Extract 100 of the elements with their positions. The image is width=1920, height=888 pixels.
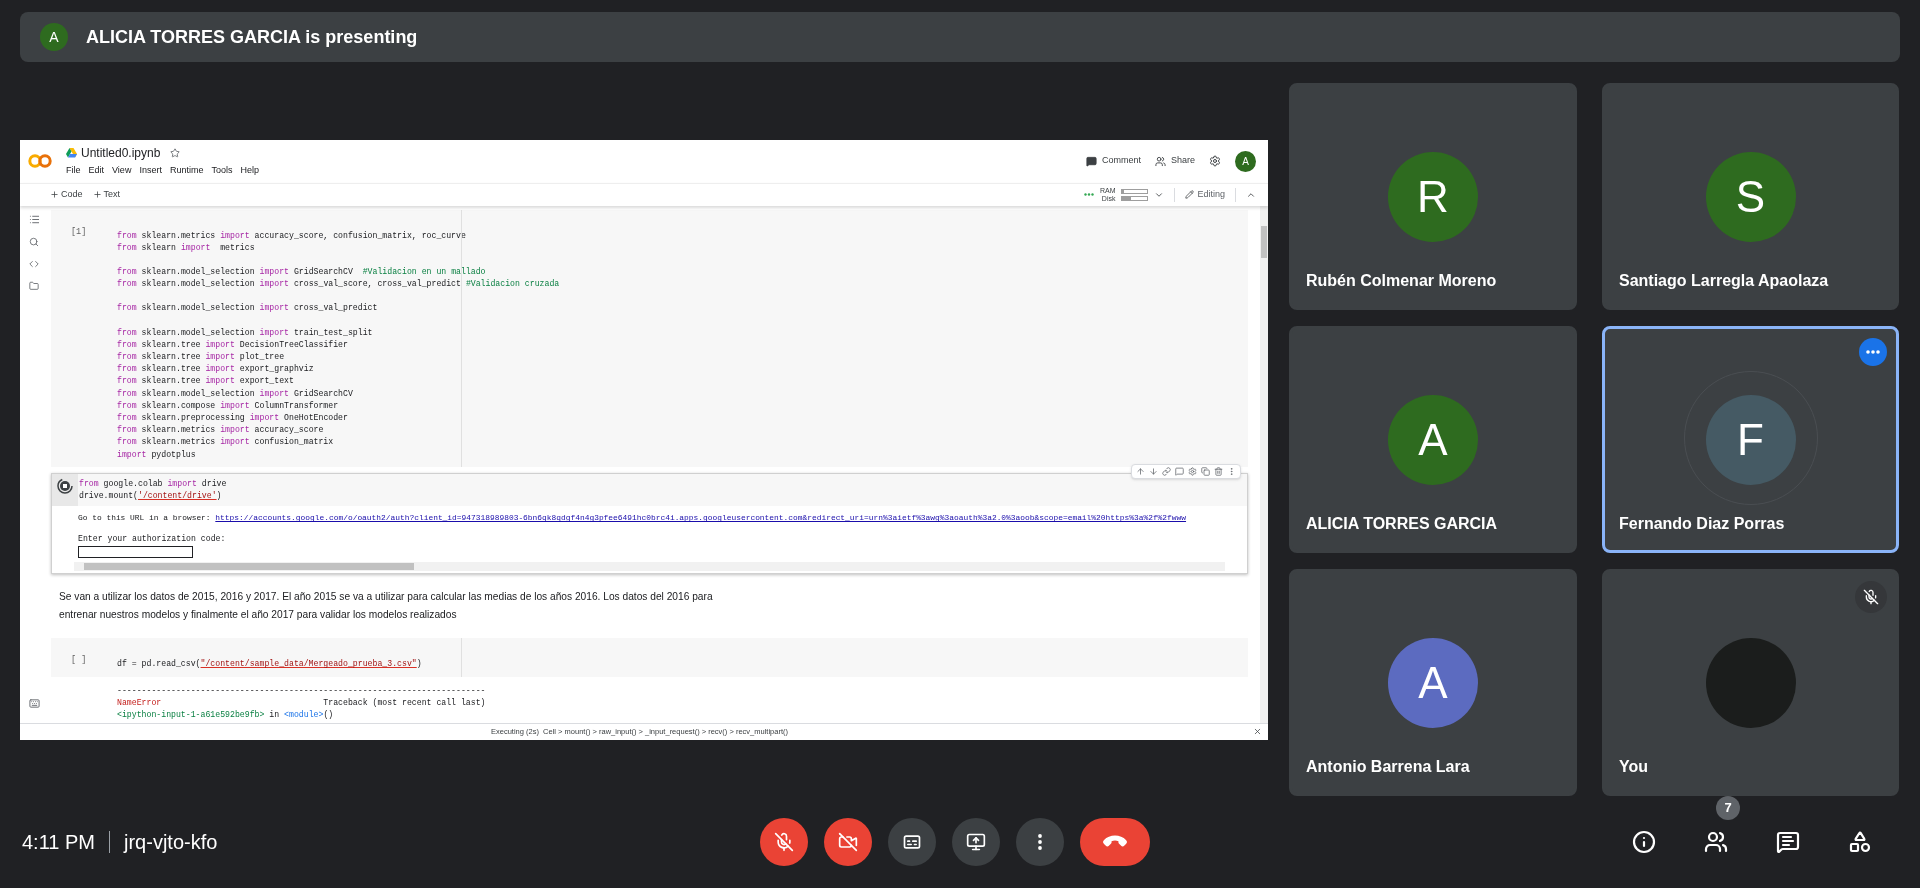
drive-icon bbox=[66, 148, 77, 159]
code-line: from sklearn.metrics import confusion_matrix bbox=[117, 436, 334, 449]
menu-item[interactable]: Insert bbox=[139, 164, 162, 178]
participant-name: Santiago Larregla Apaolaza bbox=[1619, 271, 1829, 291]
code-line: from sklearn.model_selection import GridSearchCV bbox=[117, 387, 353, 400]
comment-icon bbox=[1085, 155, 1097, 167]
code-line: df = pd.read_csv("/content/sample_data/Mergeado_prueba_3.csv") bbox=[117, 658, 422, 671]
editing-mode-button[interactable]: Editing bbox=[1185, 187, 1225, 202]
chat-icon bbox=[1776, 830, 1800, 854]
more-icon[interactable] bbox=[1227, 466, 1236, 476]
output-text: Enter your authorization code: bbox=[78, 533, 226, 545]
menu-item[interactable]: Runtime bbox=[169, 164, 204, 178]
stop-execution-icon[interactable] bbox=[57, 477, 73, 494]
vertical-scrollbar[interactable] bbox=[1260, 205, 1268, 723]
share-button[interactable]: Share bbox=[1154, 154, 1195, 168]
copy-icon[interactable] bbox=[1201, 466, 1210, 476]
keyboard-icon[interactable] bbox=[28, 697, 40, 709]
code-line: from sklearn.preprocessing import OneHotEncoder bbox=[117, 411, 348, 424]
code-line: from sklearn.tree import export_graphviz bbox=[117, 363, 314, 376]
avatar-initial: A bbox=[1388, 637, 1478, 728]
authorization-code-field[interactable] bbox=[78, 546, 193, 559]
move-down-icon[interactable] bbox=[1149, 466, 1158, 476]
participant-tile[interactable]: F Fernando Diaz Porras bbox=[1602, 326, 1899, 553]
present-screen-icon bbox=[966, 832, 986, 852]
account-avatar[interactable]: A bbox=[1235, 150, 1256, 172]
leave-call-button[interactable] bbox=[1080, 818, 1150, 866]
present-button[interactable] bbox=[952, 818, 1000, 866]
participant-tile[interactable]: A Antonio Barrena Lara bbox=[1289, 569, 1577, 796]
text-cell-paragraph: Se van a utilizar los datos de 2015, 2016 y 2017. El año 2015 se va a utilizar para calcular las medias de los años 2016. Los datos del 2016 para entrenar nuestros modelos y finalmente el año 2017 para validar los modelos realizados bbox=[59, 590, 714, 623]
search-icon[interactable] bbox=[29, 236, 39, 247]
connected-status-icon bbox=[1083, 193, 1094, 196]
link-icon[interactable] bbox=[1162, 466, 1171, 476]
participant-name: ALICIA TORRES GARCIA bbox=[1306, 514, 1498, 534]
cell-prompt: [1] bbox=[71, 226, 87, 237]
menu-item[interactable]: View bbox=[112, 164, 132, 178]
plus-icon bbox=[50, 190, 59, 199]
participant-tile[interactable]: R Rubén Colmenar Moreno bbox=[1289, 83, 1577, 310]
participant-name: Fernando Diaz Porras bbox=[1619, 514, 1785, 534]
code-line: from sklearn.model_selection import cross_val_predict bbox=[117, 302, 378, 315]
participant-name: You bbox=[1619, 757, 1649, 777]
code-line: <ipython-input-1-a61e592be9fb> in <module>() bbox=[117, 708, 334, 721]
participant-tile[interactable]: S Santiago Larregla Apaolaza bbox=[1602, 83, 1899, 310]
horizontal-scrollbar[interactable] bbox=[74, 562, 1225, 572]
comment-button[interactable]: Comment bbox=[1085, 154, 1141, 168]
table-of-contents-icon[interactable] bbox=[28, 213, 40, 225]
menu-item[interactable]: File bbox=[66, 164, 81, 178]
avatar-initial: A bbox=[40, 23, 68, 51]
code-line: from google.colab import drive bbox=[79, 477, 227, 490]
add-cell-button[interactable]: Code bbox=[50, 187, 83, 202]
close-icon[interactable] bbox=[1253, 727, 1262, 736]
delete-icon[interactable] bbox=[1214, 466, 1223, 476]
code-line: from sklearn.metrics import accuracy_score bbox=[117, 424, 324, 437]
code-line: from sklearn.model_selection import train_test_split bbox=[117, 326, 373, 339]
microphone-button[interactable] bbox=[760, 818, 808, 866]
menu-item[interactable]: Edit bbox=[88, 164, 105, 178]
avatar-initial: R bbox=[1388, 151, 1478, 242]
code-line: from sklearn import metrics bbox=[117, 241, 255, 254]
menu-item[interactable]: Help bbox=[240, 164, 259, 178]
menu-item[interactable]: Tools bbox=[211, 164, 233, 178]
pencil-icon bbox=[1185, 190, 1195, 199]
code-line: from sklearn.tree import export_text bbox=[117, 375, 294, 388]
avatar-initial: A bbox=[1388, 394, 1478, 485]
code-line: --------------------------------------------------------------------------- bbox=[117, 684, 486, 697]
camera-off-icon bbox=[838, 832, 858, 852]
code-icon[interactable] bbox=[29, 258, 39, 269]
disk-meter bbox=[1121, 195, 1149, 201]
shapes-icon bbox=[1848, 830, 1872, 854]
meeting-code: jrq-vjto-kfo bbox=[124, 830, 218, 855]
code-line: from sklearn.model_selection import cross_val_score, cross_val_predict #Validacion cruzada bbox=[117, 278, 560, 291]
folder-icon[interactable] bbox=[29, 280, 39, 291]
cell-prompt: [ ] bbox=[71, 655, 87, 666]
settings-icon[interactable] bbox=[1209, 155, 1221, 167]
plus-icon bbox=[92, 190, 102, 199]
mic-off-icon bbox=[774, 832, 794, 852]
star-icon[interactable] bbox=[170, 148, 181, 159]
notebook-title[interactable]: Untitled0.ipynb bbox=[81, 144, 161, 163]
participant-tile[interactable]: A ALICIA TORRES GARCIA bbox=[1289, 326, 1577, 553]
add-cell-button[interactable]: Text bbox=[92, 187, 121, 202]
captions-button[interactable] bbox=[888, 818, 936, 866]
code-line: NameError Traceback (most recent call last) bbox=[117, 696, 486, 709]
people-icon bbox=[1154, 155, 1166, 167]
move-up-icon[interactable] bbox=[1136, 466, 1145, 476]
clock-time: 4:11 PM bbox=[22, 830, 95, 855]
more-icon bbox=[1038, 834, 1042, 850]
tile-options-button[interactable] bbox=[1859, 338, 1887, 366]
comment-icon[interactable] bbox=[1175, 466, 1184, 476]
code-line: from sklearn.compose import ColumnTransformer bbox=[117, 399, 339, 412]
avatar-initial: S bbox=[1705, 151, 1796, 242]
settings-icon[interactable] bbox=[1188, 466, 1197, 476]
more-options-button[interactable] bbox=[1016, 818, 1064, 866]
participant-name: Antonio Barrena Lara bbox=[1306, 757, 1470, 777]
camera-button[interactable] bbox=[824, 818, 872, 866]
code-line: from sklearn.tree import plot_tree bbox=[117, 350, 285, 363]
more-icon bbox=[1866, 350, 1880, 354]
participant-tile[interactable]: You bbox=[1602, 569, 1899, 796]
mic-off-icon bbox=[1863, 589, 1879, 605]
ram-meter bbox=[1121, 188, 1149, 194]
captions-icon bbox=[902, 832, 922, 852]
code-line: drive.mount('/content/drive') bbox=[79, 489, 222, 502]
presenting-message: ALICIA TORRES GARCIA is presenting bbox=[86, 25, 418, 49]
